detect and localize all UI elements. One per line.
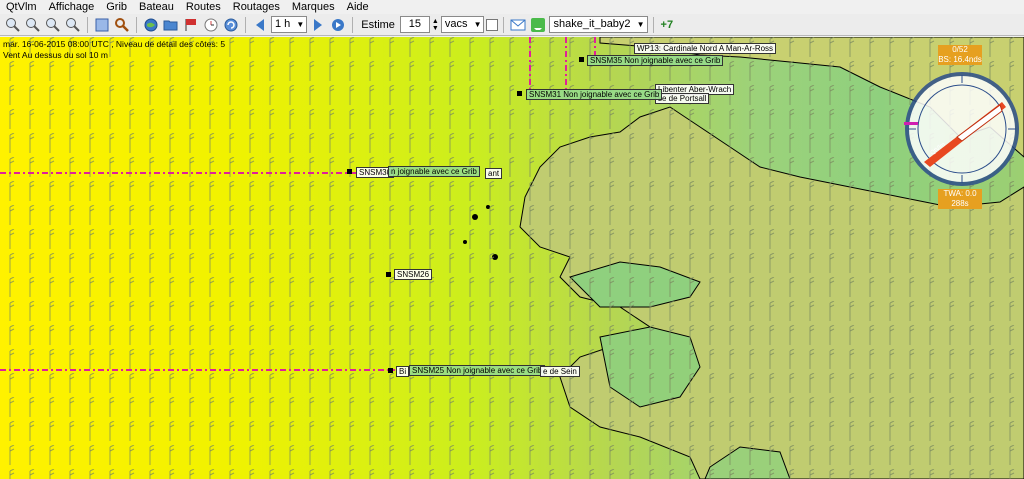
menu-grib[interactable]: Grib — [100, 0, 133, 14]
toolbar-separator — [352, 16, 354, 33]
bi-label[interactable]: Bi — [396, 366, 410, 377]
boat-name: shake_it_baby2 — [553, 18, 631, 30]
clock-icon[interactable] — [202, 16, 220, 34]
toolbar-separator — [136, 16, 137, 33]
menu-marques[interactable]: Marques — [286, 0, 341, 14]
map-info-layer: Vent Au dessus du sol 10 m — [3, 50, 108, 60]
map-info: mar. 16-06-2015 08:00 UTC , Niveau de dé… — [3, 39, 225, 61]
menu-bateau[interactable]: Bateau — [133, 0, 180, 14]
estime-checkbox[interactable] — [486, 18, 499, 31]
wind-barbs — [0, 37, 1024, 479]
snsm25-label[interactable]: SNSM25 Non joignable avec ce Grib — [409, 365, 546, 376]
snsm30-status-label[interactable]: n joignable avec ce Grib — [388, 166, 480, 177]
snsm30-suffix-label[interactable]: ant — [485, 168, 503, 179]
zoom-all-icon[interactable] — [64, 16, 82, 34]
compass-twa: TWA: 0.0 — [943, 189, 977, 198]
chevron-down-icon: ▼ — [473, 20, 482, 29]
chevron-down-icon: ▼ — [296, 20, 305, 29]
map-info-date: mar. 16-06-2015 08:00 UTC , Niveau de dé… — [3, 39, 226, 49]
mail-icon[interactable] — [509, 16, 527, 34]
compass-boat-speed: BS: 16.4nds — [938, 55, 982, 64]
menu-qtvlm[interactable]: QtVlm — [0, 0, 43, 14]
menu-routages[interactable]: Routages — [227, 0, 286, 14]
snsm31-marker[interactable] — [517, 91, 522, 96]
snsm25-marker[interactable] — [388, 368, 393, 373]
snsm30-marker[interactable] — [347, 169, 352, 174]
estime-unit-select[interactable]: vacs ▼ — [440, 16, 485, 33]
zoom-in-icon[interactable] — [4, 16, 22, 34]
snsm35-label[interactable]: SNSM35 Non joignable avec ce Grib — [587, 55, 724, 66]
step-forward-icon[interactable] — [309, 16, 327, 34]
toolbar: 1 h ▼ Estime 15 ▲ ▼ vacs ▼ shake_it_baby2 ▼ … — [0, 14, 1024, 36]
time-step-value: 1 h — [275, 18, 291, 30]
toolbar-separator — [245, 16, 246, 33]
chevron-down-icon: ▼ — [636, 20, 645, 29]
snsm31-label[interactable]: SNSM31 Non joignable avec ce Grib — [526, 89, 663, 100]
map-view[interactable]: mar. 16-06-2015 08:00 UTC , Niveau de dé… — [0, 37, 1024, 479]
menu-routes[interactable]: Routes — [180, 0, 227, 14]
play-icon[interactable] — [329, 16, 347, 34]
zoom-fit-icon[interactable] — [44, 16, 62, 34]
snsm26-label[interactable]: SNSM26 — [394, 269, 433, 280]
waypoint-marker[interactable] — [579, 57, 584, 62]
flag-icon[interactable] — [182, 16, 200, 34]
compass-heading: 0/52 — [952, 45, 968, 54]
compass-icon[interactable]: QtVlm — [902, 67, 1022, 191]
toolbar-separator — [503, 16, 505, 33]
map-canvas — [0, 37, 1024, 479]
estime-input[interactable]: 15 — [399, 16, 430, 33]
boat-select[interactable]: shake_it_baby2 ▼ — [549, 16, 648, 33]
open-folder-icon[interactable] — [162, 16, 180, 34]
add-count-label[interactable]: +7 — [661, 19, 674, 31]
portsall-label[interactable]: se de Portsall — [655, 93, 710, 104]
refresh-icon[interactable] — [222, 16, 240, 34]
waypoint-label[interactable]: WP13: Cardinale Nord A Man-Ar-Ross — [634, 43, 777, 54]
spinner-arrows-icon[interactable]: ▲ ▼ — [432, 18, 439, 32]
boat-sync-icon[interactable] — [529, 16, 547, 34]
step-back-icon[interactable] — [251, 16, 269, 34]
search-icon[interactable] — [113, 16, 131, 34]
time-step-select[interactable]: 1 h ▼ — [271, 16, 308, 33]
menu-affichage[interactable]: Affichage — [43, 0, 101, 14]
select-zone-icon[interactable] — [93, 16, 111, 34]
snsm26-marker[interactable] — [386, 272, 391, 277]
compass-speed-badge: 0/52 BS: 16.4nds — [938, 45, 982, 65]
zoom-out-icon[interactable] — [24, 16, 42, 34]
compass-twa-badge: TWA: 0.0 288s — [938, 189, 982, 209]
estime-label: Estime — [361, 18, 395, 31]
menu-aide[interactable]: Aide — [341, 0, 375, 14]
compass-time: 288s — [951, 199, 969, 208]
toolbar-separator — [652, 16, 654, 33]
globe-icon[interactable] — [142, 16, 160, 34]
menu-bar: QtVlm Affichage Grib Bateau Routes Routa… — [0, 0, 1024, 14]
sein-label[interactable]: e de Sein — [540, 366, 580, 377]
toolbar-separator — [87, 16, 88, 33]
estime-unit-value: vacs — [444, 18, 468, 30]
